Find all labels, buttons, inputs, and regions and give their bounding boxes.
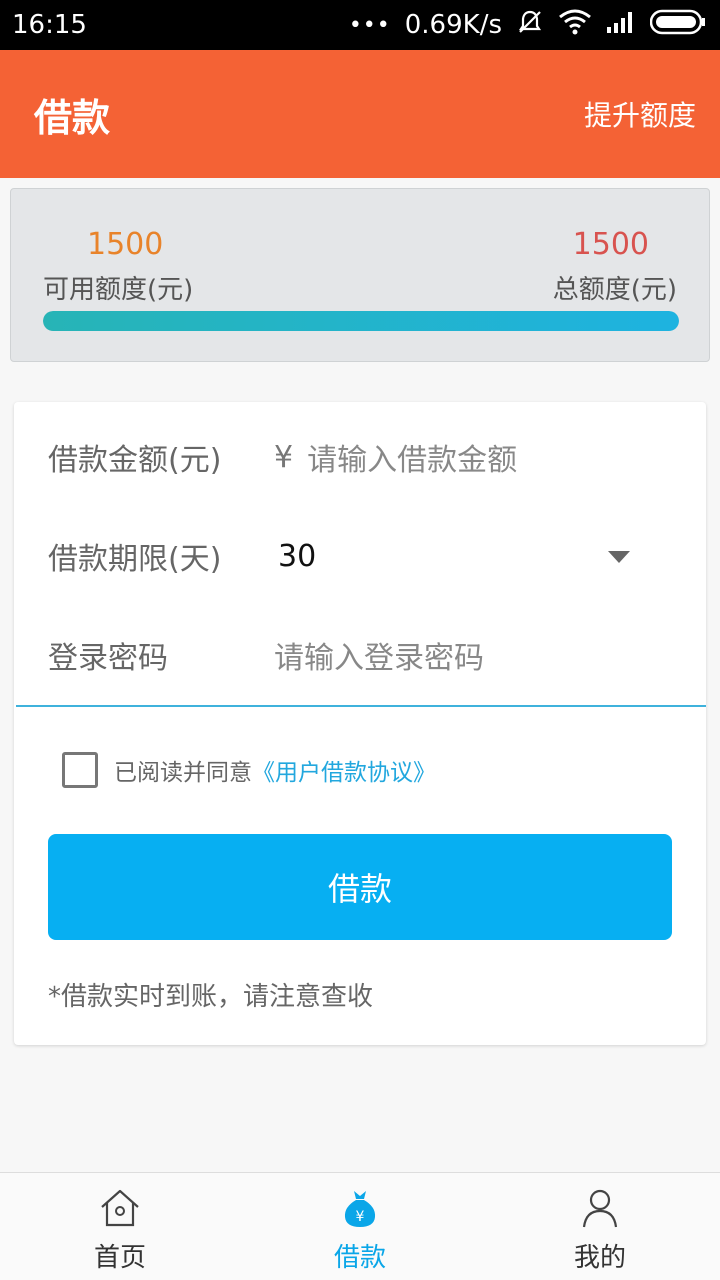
nav-label-borrow: 借款 <box>333 1243 386 1273</box>
nav-label-mine: 我的 <box>573 1243 626 1273</box>
svg-text:¥: ¥ <box>356 1209 365 1225</box>
form-divider <box>16 705 706 707</box>
status-time: 16:15 <box>12 10 87 40</box>
password-input[interactable]: 请输入登录密码 <box>274 633 484 677</box>
available-credit-label: 可用额度(元) <box>43 275 194 305</box>
form-note: *借款实时到账，请注意查收 <box>48 982 374 1012</box>
loan-form-card: 借款金额(元) ¥ 请输入借款金额 借款期限(天) 30 登录密码 请输入登录密… <box>14 402 706 1045</box>
credit-progress-fill <box>43 311 679 331</box>
page-title: 借款 <box>34 95 111 140</box>
battery-icon <box>649 9 706 42</box>
raise-limit-button[interactable]: 提升额度 <box>584 94 696 134</box>
person-icon <box>580 1187 620 1229</box>
amount-row: 借款金额(元) ¥ 请输入借款金额 <box>14 407 706 507</box>
term-select[interactable]: 30 <box>278 539 316 574</box>
agreement-checkbox[interactable] <box>62 752 98 788</box>
nav-item-borrow[interactable]: ¥ 借款 <box>240 1173 480 1280</box>
nav-label-home: 首页 <box>93 1243 146 1273</box>
amount-input[interactable]: ¥ 请输入借款金额 <box>274 435 517 479</box>
status-right: ••• 0.69K/s <box>349 8 706 43</box>
amount-label: 借款金额(元) <box>48 443 222 478</box>
home-icon <box>98 1187 142 1229</box>
total-credit-value: 1500 <box>572 227 649 262</box>
app-header: 借款 提升额度 <box>0 50 720 178</box>
total-credit-label: 总额度(元) <box>552 275 677 305</box>
dropdown-arrow-icon[interactable] <box>608 551 630 563</box>
currency-symbol: ¥ <box>274 439 294 475</box>
agreement-text: 已阅读并同意 <box>114 760 252 786</box>
nav-item-home[interactable]: 首页 <box>0 1173 240 1280</box>
agreement-link[interactable]: 《用户借款协议》 <box>252 753 436 787</box>
password-label: 登录密码 <box>48 641 168 676</box>
money-bag-icon: ¥ <box>340 1187 380 1229</box>
status-dots: ••• <box>348 12 391 38</box>
term-row[interactable]: 借款期限(天) 30 <box>14 506 706 606</box>
password-row: 登录密码 请输入登录密码 <box>14 605 706 705</box>
wifi-icon <box>558 9 592 42</box>
credit-summary-card: 1500 可用额度(元) 1500 总额度(元) <box>10 188 710 362</box>
borrow-button[interactable]: 借款 <box>48 834 672 940</box>
available-credit-value: 1500 <box>87 227 164 262</box>
amount-placeholder: 请输入借款金额 <box>307 443 518 478</box>
agreement-row: 已阅读并同意 《用户借款协议》 <box>62 752 436 788</box>
bottom-nav: 首页 ¥ 借款 我的 <box>0 1172 720 1280</box>
net-speed: 0.69K/s <box>404 10 502 40</box>
nav-item-mine[interactable]: 我的 <box>480 1173 720 1280</box>
status-bar: 16:15 ••• 0.69K/s <box>0 0 720 50</box>
term-label: 借款期限(天) <box>48 542 222 577</box>
signal-icon <box>606 10 636 41</box>
credit-progress-bar <box>43 311 679 331</box>
mute-icon <box>516 8 544 43</box>
